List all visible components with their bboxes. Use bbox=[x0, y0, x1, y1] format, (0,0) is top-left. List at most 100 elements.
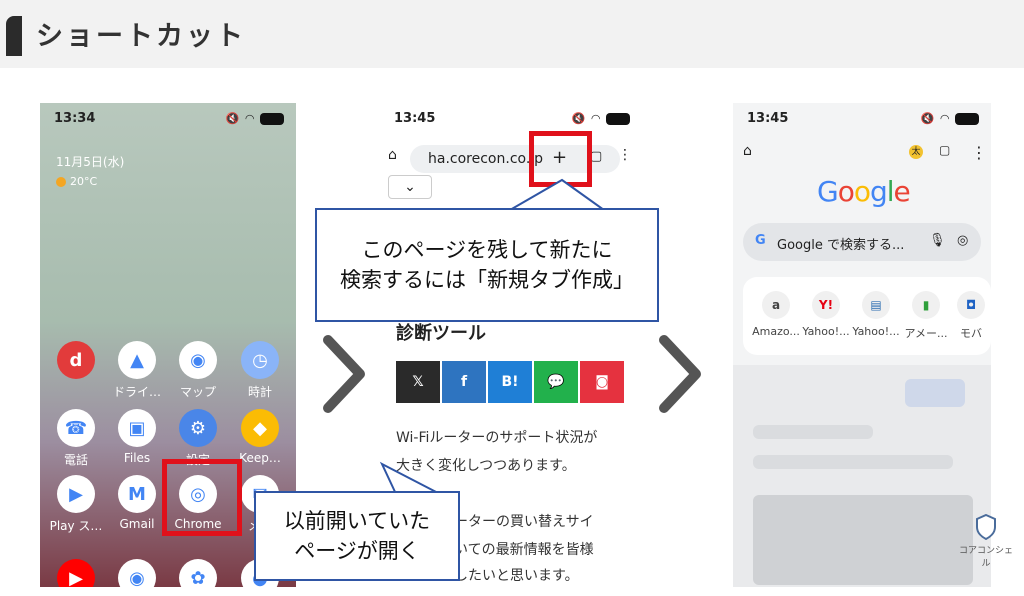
chevron-right-icon bbox=[659, 335, 701, 413]
app-gmail[interactable]: M Gmail bbox=[107, 475, 167, 531]
share-button[interactable]: ◙ bbox=[580, 361, 624, 403]
mobile-icon: ◘ bbox=[957, 291, 985, 319]
wifi-icon: ◠ bbox=[591, 112, 600, 125]
callout-line: このページを残して新たに bbox=[361, 238, 613, 262]
url-text: ha.corecon.co.jp bbox=[428, 151, 544, 167]
google-g-icon: G bbox=[755, 233, 766, 248]
home-icon[interactable]: ⌂ bbox=[743, 143, 752, 159]
header-accent bbox=[6, 16, 22, 56]
status-bar: 13:45 🔇 ◠ bbox=[380, 103, 642, 133]
section-title: 診断ツール bbox=[396, 323, 486, 344]
body-text-line: したいと思います。 bbox=[454, 568, 579, 584]
home-icon[interactable]: ⌂ bbox=[388, 147, 397, 163]
wifi-icon: ◠ bbox=[245, 112, 254, 125]
app-label: 電話 bbox=[63, 453, 88, 467]
shield-icon bbox=[976, 513, 996, 541]
shortcut-tile[interactable]: ▮ アメー... bbox=[901, 291, 951, 341]
lens-icon[interactable]: ◎ bbox=[957, 233, 968, 248]
status-time: 13:34 bbox=[54, 111, 96, 126]
chevron-right-icon bbox=[323, 335, 365, 413]
callout-line: 以前開いていた bbox=[283, 509, 431, 533]
app-keep[interactable]: ◆ Keep… bbox=[230, 409, 290, 465]
weather-widget: 20°C bbox=[56, 175, 97, 188]
app-camera[interactable]: ◉ bbox=[107, 559, 167, 587]
app-label: Files bbox=[123, 451, 151, 465]
status-bar: 13:45 🔇 ◠ bbox=[733, 103, 991, 133]
shortcut-tile[interactable]: a Amazo... bbox=[751, 291, 801, 338]
phone-new-tab: 13:45 🔇 ◠ ⌂ 太 ▢ ⋮ Google G Google で検索する.… bbox=[733, 103, 991, 587]
phone-icon: ☎ bbox=[57, 409, 95, 447]
app-youtube[interactable]: ▶ bbox=[46, 559, 106, 587]
status-bar: 13:34 🔇 ◠ bbox=[40, 103, 296, 133]
chevron-down-icon[interactable]: ⌄ bbox=[388, 175, 432, 199]
share-button[interactable]: B! bbox=[488, 361, 532, 403]
share-button[interactable]: f bbox=[442, 361, 486, 403]
google-drive-icon: ▲ bbox=[118, 341, 156, 379]
app-label: 時計 bbox=[247, 385, 272, 399]
menu-icon[interactable]: ⋮ bbox=[971, 143, 987, 162]
sun-icon bbox=[56, 176, 66, 187]
status-icons: 🔇 ◠ bbox=[921, 112, 979, 125]
app-google-maps[interactable]: ◉ マップ bbox=[168, 341, 228, 400]
youtube-icon: ▶ bbox=[57, 559, 95, 587]
google-maps-icon: ◉ bbox=[179, 341, 217, 379]
yahoo-news-icon: ▤ bbox=[862, 291, 890, 319]
shortcut-tiles: a Amazo... Y! Yahoo!... ▤ Yahoo!... ▮ アメー...… bbox=[743, 277, 991, 355]
mute-icon: 🔇 bbox=[920, 112, 935, 125]
yahoo-icon: Y! bbox=[812, 291, 840, 319]
menu-icon[interactable]: ⋮ bbox=[618, 147, 632, 163]
keep-icon: ◆ bbox=[241, 409, 279, 447]
google-logo: Google bbox=[817, 175, 911, 208]
photos-icon: ✿ bbox=[179, 559, 217, 587]
app-label: マップ bbox=[179, 385, 216, 399]
gmail-icon: M bbox=[118, 475, 156, 513]
play-store-icon: ▶ bbox=[57, 475, 95, 513]
wifi-icon: ◠ bbox=[940, 112, 949, 125]
callout-line: ページが開く bbox=[294, 539, 420, 563]
shortcut-tile[interactable]: ▤ Yahoo!... bbox=[851, 291, 901, 338]
status-time: 13:45 bbox=[394, 111, 436, 126]
app-google-drive[interactable]: ▲ ドライ… bbox=[107, 341, 167, 400]
avatar[interactable]: 太 bbox=[909, 145, 923, 159]
shortcut-tile[interactable]: Y! Yahoo!... bbox=[801, 291, 851, 338]
body-text-line: Wi-Fiルーターのサポート状況が bbox=[396, 430, 598, 446]
search-input[interactable]: G Google で検索する... 🎙 ◎ bbox=[743, 223, 981, 261]
app-files[interactable]: ▣ Files bbox=[107, 409, 167, 465]
mute-icon: 🔇 bbox=[571, 112, 586, 125]
app-clock[interactable]: ◷ 時計 bbox=[230, 341, 290, 400]
app-docomo-folder[interactable]: d bbox=[46, 341, 106, 383]
battery-icon bbox=[955, 112, 979, 125]
app-photos[interactable]: ✿ bbox=[168, 559, 228, 587]
callout-pointer bbox=[506, 178, 608, 211]
app-play-store[interactable]: ▶ Play ス… bbox=[46, 475, 106, 534]
battery-icon bbox=[606, 112, 630, 125]
amazon-icon: a bbox=[762, 291, 790, 319]
share-button[interactable]: 💬 bbox=[534, 361, 578, 403]
app-label: ドライ… bbox=[112, 385, 161, 399]
callout-line: 検索するには「新規タブ作成」 bbox=[340, 268, 634, 292]
body-text-line: ーターの買い替えサイ bbox=[454, 514, 594, 530]
status-icons: 🔇 ◠ bbox=[572, 112, 630, 125]
docomo-folder-icon: d bbox=[57, 341, 95, 379]
mic-icon[interactable]: 🎙 bbox=[929, 233, 946, 248]
settings-gear-icon: ⚙ bbox=[179, 409, 217, 447]
status-time: 13:45 bbox=[747, 111, 789, 126]
page-title: ショートカット bbox=[36, 21, 246, 52]
callout-new-tab: このページを残して新たに 検索するには「新規タブ作成」 bbox=[315, 208, 659, 322]
chrome-toolbar: ⌂ ha.corecon.co.jp + ▢ ⋮ bbox=[380, 139, 642, 175]
camera-icon: ◉ bbox=[118, 559, 156, 587]
chrome-highlight bbox=[162, 459, 242, 536]
shortcut-tile[interactable]: ◘ モバ bbox=[951, 291, 991, 341]
app-label: Gmail bbox=[119, 517, 155, 531]
tabs-icon[interactable]: ▢ bbox=[939, 143, 950, 157]
app-phone[interactable]: ☎ 電話 bbox=[46, 409, 106, 468]
files-icon: ▣ bbox=[118, 409, 156, 447]
blurred-feed bbox=[733, 365, 991, 587]
app-label: Play ス… bbox=[49, 519, 103, 533]
body-text-line: いての最新情報を皆様 bbox=[454, 542, 594, 558]
ameba-icon: ▮ bbox=[912, 291, 940, 319]
status-icons: 🔇 ◠ bbox=[226, 112, 284, 125]
share-button[interactable]: 𝕏 bbox=[396, 361, 440, 403]
weather-temp: 20°C bbox=[70, 175, 98, 188]
search-placeholder: Google で検索する... bbox=[777, 238, 905, 253]
